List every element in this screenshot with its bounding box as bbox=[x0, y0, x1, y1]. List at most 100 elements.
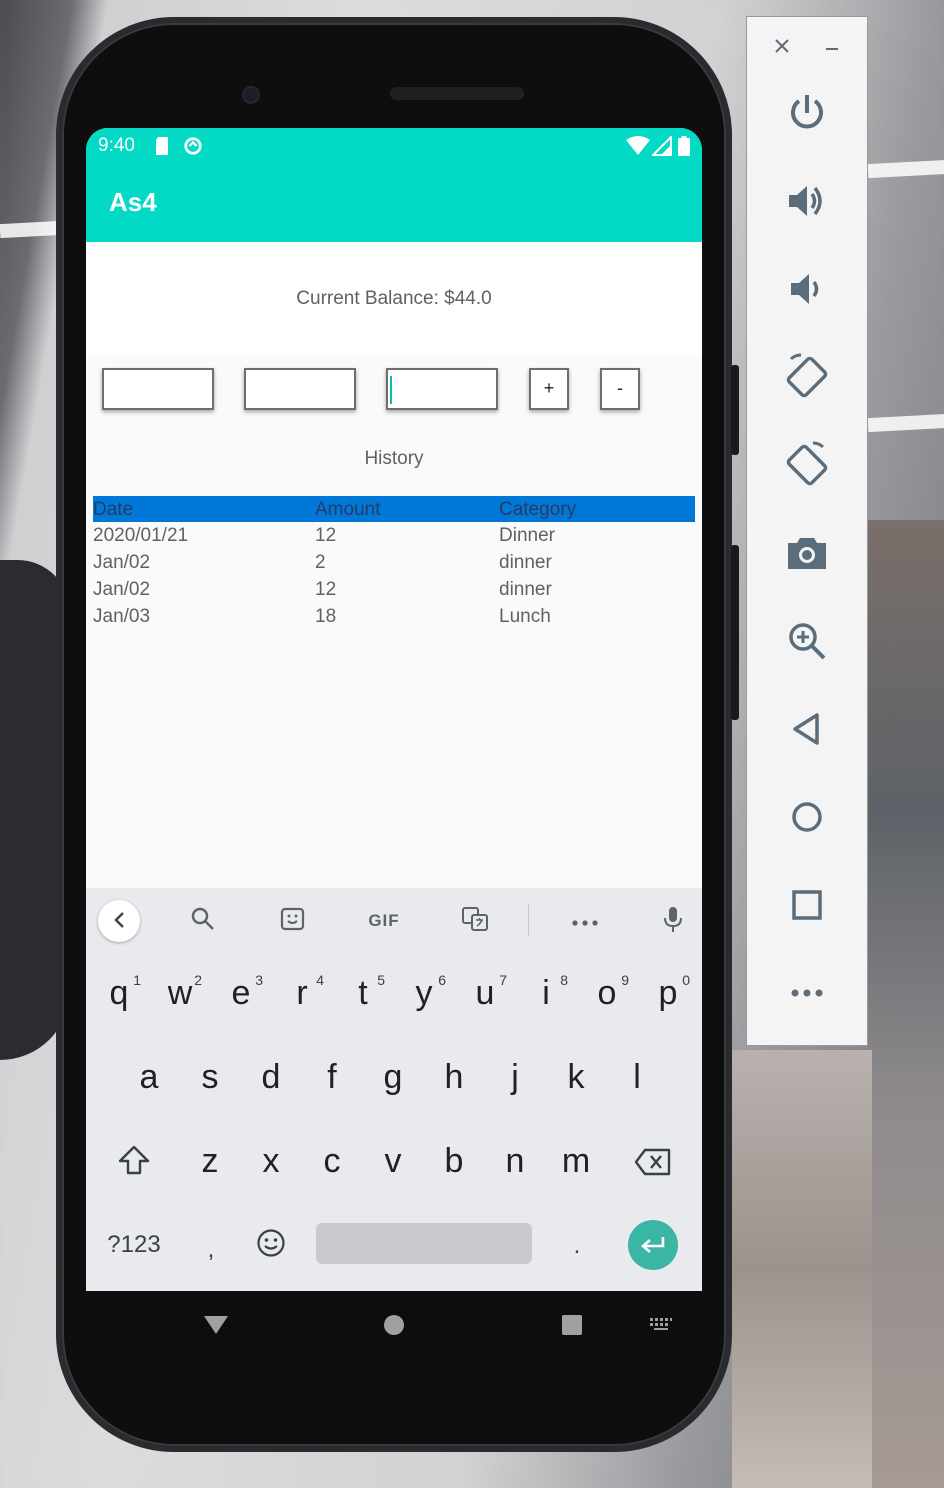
keyboard-translate-button[interactable] bbox=[460, 906, 490, 936]
period-key[interactable]: . bbox=[562, 1232, 592, 1260]
nav-keyboard-icon[interactable] bbox=[649, 1317, 673, 1331]
keyboard-voice-button[interactable] bbox=[658, 906, 688, 936]
emulator-controls bbox=[746, 16, 868, 1046]
key-d[interactable]: d bbox=[241, 1058, 301, 1097]
subtract-button[interactable]: - bbox=[600, 368, 640, 410]
overview-icon bbox=[792, 890, 822, 920]
key-o[interactable]: o9 bbox=[577, 972, 637, 1013]
rotate-left-icon bbox=[786, 353, 828, 398]
soft-keyboard: GIF q1 w2 e3 r4 t5 y6 u7 i8 o9 p0 a s d … bbox=[86, 888, 702, 1291]
keyboard-sticker-button[interactable] bbox=[278, 906, 308, 936]
more-horizontal-icon bbox=[572, 920, 598, 926]
table-header: Date Amount Category bbox=[93, 496, 695, 522]
earpiece-speaker bbox=[390, 87, 524, 100]
cell-amount: 18 bbox=[315, 606, 337, 627]
keyboard-gif-button[interactable]: GIF bbox=[364, 906, 404, 936]
sd-card-icon bbox=[156, 137, 168, 155]
shift-key[interactable] bbox=[104, 1144, 164, 1185]
keyboard-search-button[interactable] bbox=[188, 906, 218, 936]
more-options-button[interactable] bbox=[781, 967, 833, 1019]
key-label: q bbox=[109, 974, 129, 1012]
screenshot-button[interactable] bbox=[781, 527, 833, 579]
key-label: r bbox=[296, 974, 308, 1012]
space-key[interactable] bbox=[316, 1223, 532, 1264]
close-panel-button[interactable] bbox=[773, 35, 791, 61]
rotate-right-icon bbox=[786, 441, 828, 486]
key-l[interactable]: l bbox=[607, 1058, 667, 1097]
comma-key[interactable]: , bbox=[196, 1236, 226, 1264]
key-p[interactable]: p0 bbox=[638, 972, 698, 1013]
nav-overview-icon[interactable] bbox=[561, 1314, 583, 1336]
key-m[interactable]: m bbox=[546, 1142, 606, 1181]
key-hint: 2 bbox=[194, 972, 202, 988]
emoji-key[interactable] bbox=[254, 1228, 288, 1265]
keyboard-toolbar: GIF bbox=[86, 888, 702, 952]
app-bar: As4 bbox=[86, 163, 702, 242]
zoom-button[interactable] bbox=[781, 615, 833, 667]
key-q[interactable]: q1 bbox=[89, 972, 149, 1013]
power-button[interactable] bbox=[781, 87, 833, 139]
home-button[interactable] bbox=[781, 791, 833, 843]
key-r[interactable]: r4 bbox=[272, 972, 332, 1013]
key-i[interactable]: i8 bbox=[516, 972, 576, 1013]
key-s[interactable]: s bbox=[180, 1058, 240, 1097]
rotate-left-button[interactable] bbox=[781, 351, 833, 403]
home-icon bbox=[792, 802, 822, 832]
key-f[interactable]: f bbox=[302, 1058, 362, 1097]
volume-down-button[interactable] bbox=[781, 263, 833, 315]
enter-icon bbox=[641, 1237, 665, 1253]
key-label: e bbox=[231, 974, 251, 1012]
key-z[interactable]: z bbox=[180, 1142, 240, 1181]
enter-key[interactable] bbox=[628, 1220, 678, 1270]
key-hint: 1 bbox=[133, 972, 141, 988]
key-t[interactable]: t5 bbox=[333, 972, 393, 1013]
more-icon bbox=[791, 989, 823, 997]
key-b[interactable]: b bbox=[424, 1142, 484, 1181]
close-icon bbox=[775, 39, 789, 53]
volume-down-icon bbox=[791, 274, 819, 304]
key-g[interactable]: g bbox=[363, 1058, 423, 1097]
minimize-panel-button[interactable] bbox=[823, 35, 841, 61]
camera-icon bbox=[788, 538, 826, 569]
keyboard-more-button[interactable] bbox=[570, 906, 600, 936]
key-label: u bbox=[475, 974, 495, 1012]
key-x[interactable]: x bbox=[241, 1142, 301, 1181]
key-u[interactable]: u7 bbox=[455, 972, 515, 1013]
key-a[interactable]: a bbox=[119, 1058, 179, 1097]
amount-input[interactable] bbox=[244, 368, 356, 410]
chevron-left-icon bbox=[114, 912, 124, 928]
key-w[interactable]: w2 bbox=[150, 972, 210, 1013]
nav-back-icon[interactable] bbox=[203, 1314, 229, 1336]
toolbar-divider bbox=[528, 904, 529, 936]
category-input[interactable] bbox=[386, 368, 498, 410]
cell-category: Lunch bbox=[499, 606, 551, 627]
key-v[interactable]: v bbox=[363, 1142, 423, 1181]
key-h[interactable]: h bbox=[424, 1058, 484, 1097]
battery-icon bbox=[678, 136, 690, 156]
cell-date: Jan/02 bbox=[93, 579, 151, 600]
key-k[interactable]: k bbox=[546, 1058, 606, 1097]
key-n[interactable]: n bbox=[485, 1142, 545, 1181]
key-label: y bbox=[415, 974, 433, 1012]
keyboard-collapse-button[interactable] bbox=[98, 900, 140, 942]
phone-side-button bbox=[731, 365, 739, 455]
phone-screen: 9:40 As4 Current Balance: $44.0 + - Hist… bbox=[86, 128, 702, 1361]
back-button[interactable] bbox=[781, 703, 833, 755]
sticker-icon bbox=[280, 907, 305, 931]
nav-home-icon[interactable] bbox=[383, 1314, 405, 1336]
volume-up-button[interactable] bbox=[781, 175, 833, 227]
power-icon bbox=[791, 95, 823, 129]
add-button[interactable]: + bbox=[529, 368, 569, 410]
backspace-key[interactable] bbox=[623, 1146, 683, 1185]
date-input[interactable] bbox=[102, 368, 214, 410]
overview-button[interactable] bbox=[781, 879, 833, 931]
symbols-key[interactable]: ?123 bbox=[104, 1231, 164, 1259]
table-row: Jan/02 2 dinner bbox=[93, 549, 695, 576]
rotate-right-button[interactable] bbox=[781, 439, 833, 491]
key-e[interactable]: e3 bbox=[211, 972, 271, 1013]
cell-date: 2020/01/21 bbox=[93, 525, 189, 546]
key-c[interactable]: c bbox=[302, 1142, 362, 1181]
key-y[interactable]: y6 bbox=[394, 972, 454, 1013]
microphone-icon bbox=[664, 907, 682, 932]
key-j[interactable]: j bbox=[485, 1058, 545, 1097]
